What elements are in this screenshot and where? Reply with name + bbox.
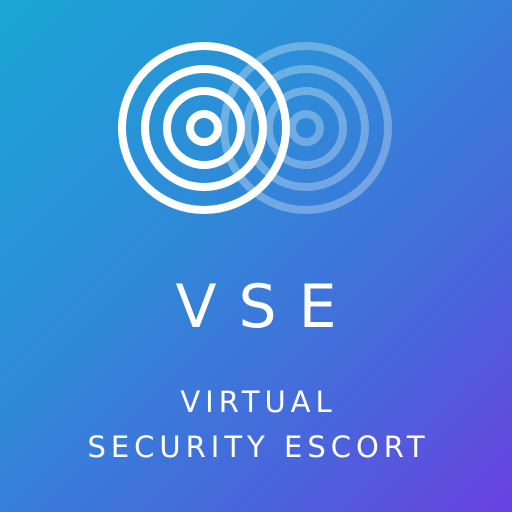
tagline-line1: VIRTUAL <box>180 385 337 419</box>
app-abbreviation: VSE <box>175 272 359 342</box>
tagline-line2: SECURITY ESCORT <box>87 430 430 464</box>
solid-rings <box>118 42 290 214</box>
app-icon: VSE VIRTUAL SECURITY ESCORT <box>0 0 512 512</box>
faded-rings <box>220 42 392 214</box>
